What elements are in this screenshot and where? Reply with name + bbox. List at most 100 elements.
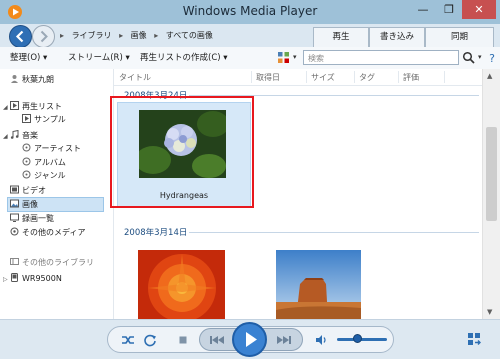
sidebar-item-artist[interactable]: アーティスト <box>22 142 81 155</box>
column-divider <box>251 71 252 83</box>
library-icon <box>10 258 19 265</box>
music-icon <box>10 130 19 139</box>
help-icon[interactable]: ? <box>486 51 498 65</box>
sidebar-item-label: 音楽 <box>22 131 38 140</box>
volume-slider[interactable] <box>337 338 387 341</box>
column-date-taken[interactable]: 取得日 <box>256 72 280 83</box>
search-icon[interactable] <box>462 51 476 65</box>
search-dropdown[interactable]: ▾ <box>478 53 482 61</box>
organize-label: 整理(O) <box>10 53 41 63</box>
sidebar-item-label: その他のライブラリ <box>22 258 94 267</box>
switch-view-icon[interactable] <box>467 332 481 346</box>
sidebar-item-device[interactable]: WR9500N <box>10 272 62 285</box>
image-tile-chrysanthemum[interactable] <box>117 239 249 319</box>
image-icon <box>10 199 19 208</box>
breadcrumb-separator: ▸ <box>154 31 159 40</box>
svg-text:?: ? <box>489 52 495 65</box>
sidebar-item-label: 再生リスト <box>22 102 62 111</box>
sidebar-item-user[interactable]: 秋葉九朗 <box>10 73 54 86</box>
column-tag[interactable]: タグ <box>359 72 375 83</box>
column-header-row: タイトル 取得日 サイズ タグ 評価 <box>114 69 482 86</box>
selection-highlight-box <box>110 96 254 208</box>
scroll-down-icon[interactable]: ▼ <box>487 308 492 316</box>
navigation-pane: 秋葉九朗 ◢ 再生リスト サンプル ◢ 音楽 アーティスト アルバム ジャンル … <box>0 69 114 319</box>
sidebar-item-label: ジャンル <box>34 171 66 180</box>
group-header-date[interactable]: 2008年3月14日 <box>124 226 187 238</box>
column-divider <box>398 71 399 83</box>
title-bar: Windows Media Player — ❐ ✕ <box>0 0 500 24</box>
sidebar-item-other-media[interactable]: その他のメディア <box>10 226 85 239</box>
expand-icon[interactable]: ◢ <box>3 104 8 111</box>
tab-sync[interactable]: 同期 <box>425 27 494 47</box>
sidebar-item-playlists[interactable]: 再生リスト <box>10 100 62 113</box>
expand-icon[interactable]: ◢ <box>3 133 8 140</box>
breadcrumb-library[interactable]: ライブラリ <box>72 28 112 43</box>
breadcrumb-images[interactable]: 画像 <box>131 28 147 43</box>
close-button[interactable]: ✕ <box>462 0 496 19</box>
volume-icon[interactable] <box>314 333 328 347</box>
scroll-up-icon[interactable]: ▲ <box>487 72 492 80</box>
image-tile-desert[interactable] <box>256 239 388 319</box>
sidebar-item-recorded-tv[interactable]: 録画一覧 <box>10 212 54 225</box>
sidebar-item-images[interactable]: 画像 <box>7 197 104 212</box>
tab-burn[interactable]: 書き込み <box>369 27 425 47</box>
sidebar-item-album[interactable]: アルバム <box>22 156 66 169</box>
sidebar-item-other-libraries[interactable]: その他のライブラリ <box>10 256 94 269</box>
volume-slider-knob[interactable] <box>352 334 362 343</box>
sidebar-item-video[interactable]: ビデオ <box>10 184 46 197</box>
search-input[interactable]: 検索 <box>303 50 459 65</box>
sidebar-item-label: 画像 <box>22 200 38 209</box>
back-button[interactable] <box>9 25 32 48</box>
next-icon[interactable] <box>274 333 294 347</box>
thumbnail-desert <box>276 250 361 319</box>
breadcrumb: ▸ ライブラリ ▸ 画像 ▸ すべての画像 <box>60 28 218 43</box>
create-playlist-menu[interactable]: 再生リストの作成(C) ▾ <box>140 51 228 65</box>
column-size[interactable]: サイズ <box>311 72 335 83</box>
previous-icon[interactable] <box>207 333 227 347</box>
playlist-icon <box>10 101 19 110</box>
sidebar-item-genre[interactable]: ジャンル <box>22 169 66 182</box>
navigation-bar: ▸ ライブラリ ▸ 画像 ▸ すべての画像 再生 書き込み 同期 <box>0 24 500 48</box>
stop-icon[interactable] <box>176 333 190 347</box>
artist-icon <box>22 143 31 152</box>
column-rating[interactable]: 評価 <box>403 72 419 83</box>
organize-menu[interactable]: 整理(O) ▾ <box>10 51 47 65</box>
sidebar-item-label: 秋葉九朗 <box>22 75 54 84</box>
player-controls <box>0 319 500 359</box>
play-button[interactable] <box>232 322 267 357</box>
view-options-icon[interactable] <box>277 51 290 64</box>
toolbar: 整理(O) ▾ ストリーム(R) ▾ 再生リストの作成(C) ▾ ▾ 検索 ▾ … <box>0 47 500 70</box>
other-media-icon <box>10 227 19 236</box>
shuffle-icon[interactable] <box>121 333 135 347</box>
sidebar-item-label: ビデオ <box>22 186 46 195</box>
vertical-scrollbar[interactable]: ▲ ▼ <box>482 69 500 319</box>
maximize-button[interactable]: ❐ <box>436 0 462 19</box>
breadcrumb-separator: ▸ <box>119 31 124 40</box>
breadcrumb-separator: ▸ <box>60 31 65 40</box>
minimize-button[interactable]: — <box>410 0 436 19</box>
forward-button[interactable] <box>32 25 55 48</box>
video-icon <box>10 185 19 194</box>
view-options-dropdown[interactable]: ▾ <box>293 53 297 61</box>
column-divider <box>306 71 307 83</box>
sidebar-item-label: その他のメディア <box>22 228 86 237</box>
expand-icon[interactable]: ▷ <box>3 276 8 283</box>
column-divider <box>354 71 355 83</box>
forward-icon <box>40 30 48 43</box>
sidebar-item-label: WR9500N <box>22 274 62 283</box>
tv-icon <box>10 213 19 222</box>
tab-play[interactable]: 再生 <box>313 27 369 47</box>
playlist-icon <box>22 114 31 123</box>
sidebar-item-label: サンプル <box>34 115 66 124</box>
sidebar-item-sample[interactable]: サンプル <box>22 113 66 126</box>
repeat-icon[interactable] <box>143 333 157 347</box>
column-divider <box>444 71 445 83</box>
create-playlist-label: 再生リストの作成(C) <box>140 53 221 63</box>
column-title[interactable]: タイトル <box>119 72 151 83</box>
genre-icon <box>22 170 31 179</box>
sidebar-item-music[interactable]: 音楽 <box>10 129 38 142</box>
play-icon <box>246 332 257 347</box>
scrollbar-thumb[interactable] <box>486 127 497 221</box>
stream-menu[interactable]: ストリーム(R) ▾ <box>68 51 130 65</box>
breadcrumb-all-images[interactable]: すべての画像 <box>166 28 213 43</box>
